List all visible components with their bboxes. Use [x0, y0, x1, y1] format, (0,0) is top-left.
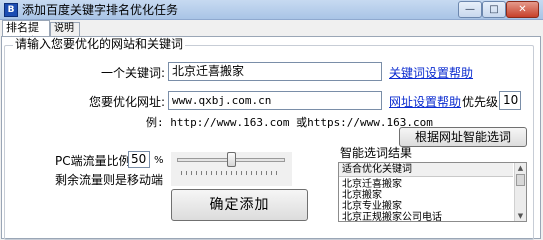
list-item[interactable]: 北京搬家 [339, 190, 513, 201]
url-input[interactable]: www.qxbj.com.cn [168, 91, 382, 110]
url-help-link[interactable]: 网址设置帮助 [389, 95, 461, 109]
title-bar[interactable]: B 添加百度关键字排名优化任务 — □ ✕ [0, 0, 543, 20]
keyword-label: 一个关键词: [100, 66, 165, 80]
scroll-down-arrow-icon[interactable]: ▼ [515, 211, 526, 221]
scroll-thumb[interactable] [516, 174, 525, 186]
dialog-window: B 添加百度关键字排名优化任务 — □ ✕ 排名提升任务 说明 请输入您要优化的… [0, 0, 543, 240]
smart-results-list[interactable]: 适合优化关键词 北京迁喜搬家 北京搬家 北京专业搬家 北京正规搬家公司电话 ▲ … [338, 162, 527, 222]
close-button[interactable]: ✕ [506, 1, 539, 18]
tab-ranking-task[interactable]: 排名提升任务 [2, 20, 50, 48]
app-logo-icon: B [4, 3, 18, 17]
smart-select-button[interactable]: 根据网址智能选词 [399, 127, 527, 147]
keyword-input[interactable]: 北京迁喜搬家 [168, 62, 382, 81]
minimize-button[interactable]: — [458, 1, 482, 18]
list-scrollbar[interactable]: ▲ ▼ [514, 163, 526, 221]
slider-ticks [181, 171, 281, 175]
keyword-help-link[interactable]: 关键词设置帮助 [389, 66, 473, 80]
priority-label: 优先级 [462, 95, 499, 109]
list-column-header[interactable]: 适合优化关键词 [339, 163, 513, 177]
priority-input[interactable]: 10 [499, 91, 521, 110]
groupbox-caption: 请输入您要优化的网站和关键词 [13, 37, 186, 51]
confirm-add-button[interactable]: 确定添加 [171, 189, 308, 221]
url-example-text: 例: http://www.163.com 或https://www.163.c… [146, 116, 433, 129]
list-item[interactable]: 北京迁喜搬家 [339, 179, 513, 190]
pc-ratio-label: PC端流量比例 [55, 154, 131, 168]
pc-ratio-unit: % [154, 155, 164, 166]
remaining-traffic-text: 剩余流量则是移动端 [55, 173, 164, 187]
list-item[interactable]: 北京正规搬家公司电话 [339, 212, 513, 221]
pc-ratio-input[interactable]: 50 [128, 151, 150, 168]
window-title: 添加百度关键字排名优化任务 [22, 3, 179, 17]
slider-thumb[interactable] [226, 152, 236, 167]
list-item[interactable]: 北京专业搬家 [339, 201, 513, 212]
smart-results-caption: 智能选词结果 [340, 146, 413, 160]
pc-ratio-slider[interactable] [171, 152, 292, 186]
url-label: 您要优化网址: [88, 95, 165, 109]
maximize-button[interactable]: □ [482, 1, 506, 18]
scroll-up-arrow-icon[interactable]: ▲ [515, 163, 526, 173]
tab-instructions[interactable]: 说明 [50, 22, 80, 36]
